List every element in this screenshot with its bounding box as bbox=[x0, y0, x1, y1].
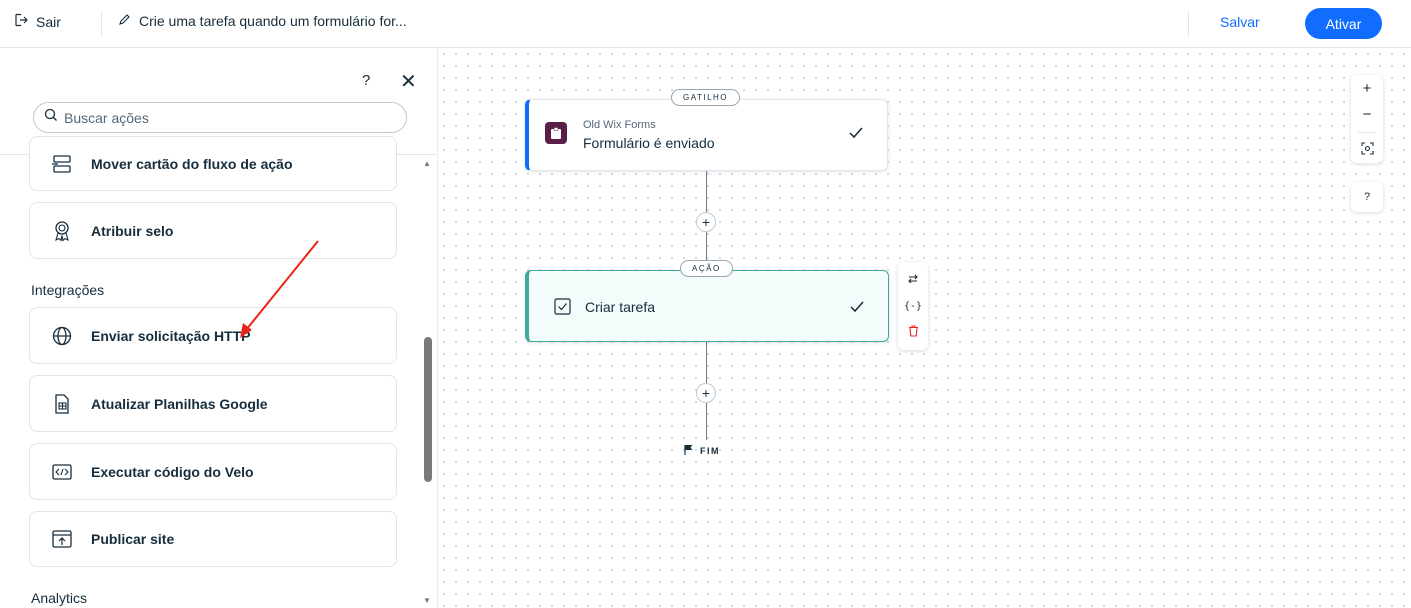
exit-button[interactable]: Sair bbox=[14, 13, 61, 30]
action-label: Executar código do Velo bbox=[91, 463, 254, 480]
action-move-card[interactable]: Mover cartão do fluxo de ação bbox=[29, 136, 397, 191]
flag-icon bbox=[684, 444, 694, 457]
variables-icon[interactable]: {-} bbox=[904, 301, 922, 312]
zoom-divider bbox=[1358, 131, 1376, 133]
exit-icon bbox=[14, 13, 28, 30]
spreadsheet-icon bbox=[51, 393, 73, 415]
search-icon bbox=[44, 108, 58, 127]
delete-icon[interactable] bbox=[908, 324, 919, 340]
action-pill: AÇÃO bbox=[680, 260, 733, 277]
scrollbar-thumb[interactable] bbox=[424, 337, 432, 482]
action-label: Atualizar Planilhas Google bbox=[91, 395, 268, 412]
action-send-http[interactable]: Enviar solicitação HTTP bbox=[29, 307, 397, 364]
close-button[interactable]: ✕ bbox=[400, 69, 417, 94]
swap-icon[interactable] bbox=[907, 273, 919, 288]
actions-sidebar: ? ✕ Mover cartão do fluxo de ação Atribu… bbox=[0, 48, 438, 608]
action-publish-site[interactable]: Publicar site bbox=[29, 511, 397, 567]
trigger-event: Formulário é enviado bbox=[583, 135, 715, 151]
badge-icon bbox=[51, 220, 73, 242]
search-input[interactable] bbox=[64, 109, 384, 126]
move-card-icon bbox=[51, 153, 73, 175]
fit-to-screen-icon[interactable] bbox=[1360, 141, 1374, 159]
scroll-up-arrow[interactable]: ▲ bbox=[423, 159, 431, 168]
top-bar: Sair Crie uma tarefa quando um formulári… bbox=[0, 0, 1411, 48]
section-integrations: Integrações bbox=[31, 282, 105, 298]
checkbox-task-icon bbox=[554, 298, 571, 320]
action-label: Enviar solicitação HTTP bbox=[91, 327, 251, 344]
zoom-in-button[interactable]: + bbox=[1363, 80, 1372, 97]
help-button[interactable]: ? bbox=[362, 72, 370, 89]
flow-canvas[interactable]: Old Wix Forms Formulário é enviado GATIL… bbox=[438, 48, 1411, 608]
globe-icon bbox=[51, 325, 73, 347]
action-node[interactable]: Criar tarefa bbox=[525, 270, 889, 342]
action-assign-badge[interactable]: Atribuir selo bbox=[29, 202, 397, 259]
header-divider bbox=[1188, 11, 1189, 37]
trigger-node[interactable]: Old Wix Forms Formulário é enviado bbox=[525, 99, 888, 171]
check-icon bbox=[849, 126, 863, 144]
header-divider bbox=[101, 11, 102, 37]
node-toolbar: {-} bbox=[898, 262, 928, 350]
search-box[interactable] bbox=[33, 102, 407, 133]
action-update-sheets[interactable]: Atualizar Planilhas Google bbox=[29, 375, 397, 432]
canvas-help-button[interactable]: ? bbox=[1351, 182, 1383, 212]
exit-label: Sair bbox=[36, 13, 61, 30]
action-run-velo[interactable]: Executar código do Velo bbox=[29, 443, 397, 500]
add-step-button[interactable]: + bbox=[696, 212, 716, 232]
check-icon bbox=[850, 300, 864, 318]
code-icon bbox=[51, 461, 73, 483]
add-step-button[interactable]: + bbox=[696, 383, 716, 403]
trigger-app-name: Old Wix Forms bbox=[583, 119, 656, 131]
action-label: Atribuir selo bbox=[91, 222, 174, 239]
pencil-icon bbox=[118, 13, 131, 29]
zoom-controls: + − bbox=[1351, 75, 1383, 163]
zoom-out-button[interactable]: − bbox=[1363, 106, 1372, 123]
section-analytics: Analytics bbox=[31, 590, 88, 606]
trigger-pill: GATILHO bbox=[671, 89, 741, 106]
activate-button[interactable]: Ativar bbox=[1305, 8, 1382, 39]
end-marker: FIM bbox=[684, 444, 720, 457]
action-label: Publicar site bbox=[91, 531, 175, 547]
action-node-label: Criar tarefa bbox=[585, 299, 656, 315]
scroll-down-arrow[interactable]: ▼ bbox=[423, 596, 431, 605]
publish-icon bbox=[51, 528, 73, 550]
end-label: FIM bbox=[700, 445, 720, 456]
save-button[interactable]: Salvar bbox=[1220, 14, 1260, 30]
forms-app-icon bbox=[545, 122, 567, 144]
automation-title-text: Crie uma tarefa quando um formulário for… bbox=[139, 13, 407, 29]
action-label: Mover cartão do fluxo de ação bbox=[91, 155, 293, 172]
automation-title[interactable]: Crie uma tarefa quando um formulário for… bbox=[118, 13, 407, 29]
